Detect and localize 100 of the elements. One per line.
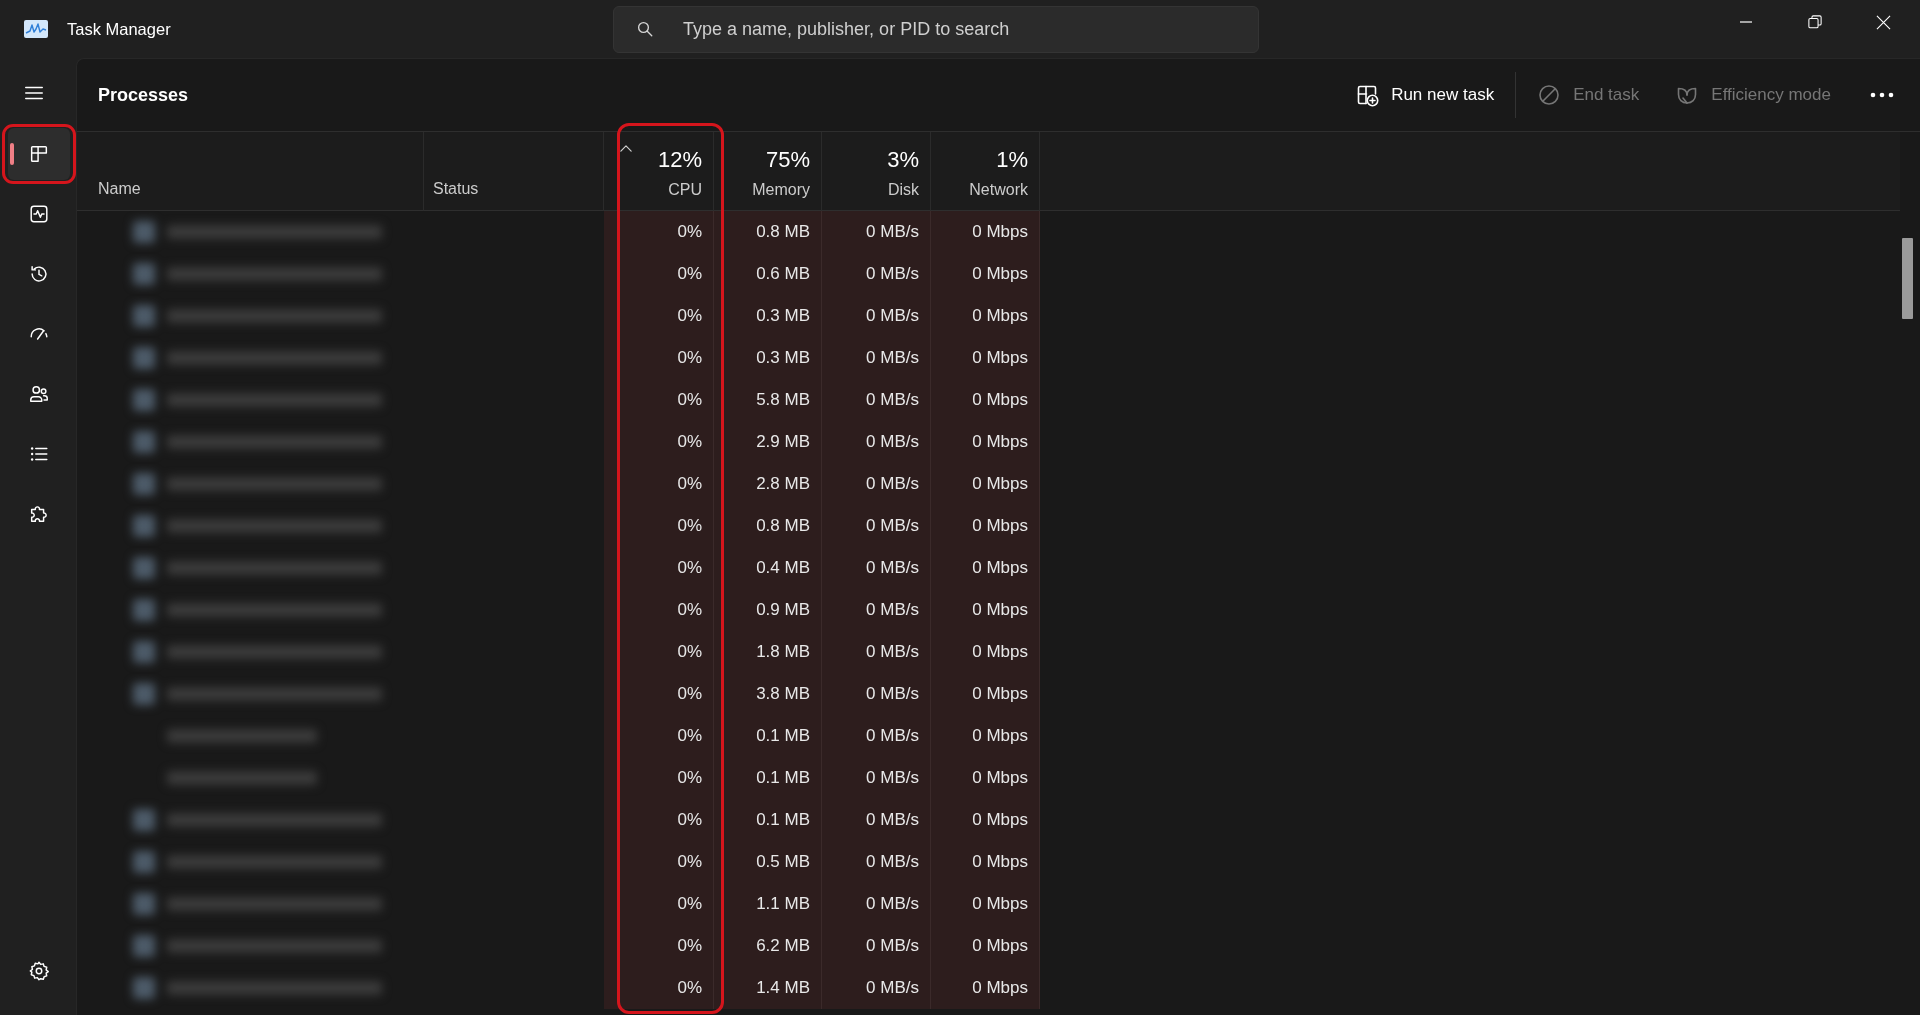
table-cell: 0.3 MB (714, 337, 822, 379)
table-cell: 0% (604, 379, 714, 421)
table-cell: 0% (604, 505, 714, 547)
minimize-icon (1739, 21, 1752, 23)
puzzle-icon (28, 503, 50, 525)
table-cell: 1.1 MB (714, 883, 822, 925)
table-cell: 0.1 MB (714, 757, 822, 799)
search-input[interactable]: Type a name, publisher, or PID to search (683, 15, 1258, 43)
table-cell: 0 MB/s (822, 463, 931, 505)
settings-icon (28, 960, 50, 982)
grid-icon (28, 143, 50, 165)
table-cell: 3.8 MB (714, 673, 822, 715)
scrollbar-thumb[interactable] (1902, 238, 1913, 319)
table-cell: 0 Mbps (931, 799, 1040, 841)
table-cell: 0 Mbps (931, 211, 1040, 253)
table-cell: 0 MB/s (822, 421, 931, 463)
table-cell: 0 MB/s (822, 379, 931, 421)
table-cell: 0.5 MB (714, 841, 822, 883)
table-cell: 0.4 MB (714, 547, 822, 589)
table-cell: 6.2 MB (714, 925, 822, 967)
table-cell: 2.9 MB (714, 421, 822, 463)
table-cell: 0.9 MB (714, 589, 822, 631)
table-cell: 0 MB/s (822, 211, 931, 253)
close-icon (1876, 14, 1891, 30)
selection-indicator-icon (10, 143, 14, 165)
table-cell: 0% (604, 925, 714, 967)
table-cell: 0 MB/s (822, 757, 931, 799)
table-cell: 0 Mbps (931, 421, 1040, 463)
table-cell: 0% (604, 463, 714, 505)
table-cell: 1.4 MB (714, 967, 822, 1009)
table-cell: 0% (604, 295, 714, 337)
page-title: Processes (98, 83, 189, 107)
restore-icon (1807, 15, 1822, 29)
table-cell: 0 Mbps (931, 505, 1040, 547)
search-icon (636, 20, 654, 38)
pulse-icon (28, 203, 50, 225)
table-cell: 0% (604, 841, 714, 883)
table-cell: 0% (604, 883, 714, 925)
table-cell: 0 MB/s (822, 505, 931, 547)
sidebar-item[interactable] (8, 128, 70, 180)
users-icon (28, 383, 50, 405)
history-icon (28, 263, 50, 285)
table-cell: 0 MB/s (822, 673, 931, 715)
column-header[interactable]: 3% Disk (822, 132, 931, 211)
table-cell: 0% (604, 631, 714, 673)
table-cell: 0 MB/s (822, 337, 931, 379)
column-header[interactable]: 75% Memory (714, 132, 822, 211)
chart-icon (24, 20, 48, 38)
table-cell: 0% (604, 967, 714, 1009)
window-title: Task Manager (67, 18, 171, 40)
table-cell: 0 Mbps (931, 631, 1040, 673)
column-header[interactable]: Status (424, 132, 604, 211)
table-cell: 0 MB/s (822, 841, 931, 883)
column-header[interactable]: 12% CPU (604, 132, 714, 211)
table-cell: 0 Mbps (931, 589, 1040, 631)
table-cell: 0 Mbps (931, 337, 1040, 379)
table-cell: 0 MB/s (822, 883, 931, 925)
table-cell: 0 Mbps (931, 841, 1040, 883)
search-field[interactable]: Type a name, publisher, or PID to search (613, 5, 1259, 53)
table-cell: 0 Mbps (931, 379, 1040, 421)
table-cell: 0 Mbps (931, 673, 1040, 715)
table-cell: 0 MB/s (822, 967, 931, 1009)
table-cell: 0 Mbps (931, 757, 1040, 799)
table-cell: 0 MB/s (822, 589, 931, 631)
table-cell: 0 MB/s (822, 295, 931, 337)
table-cell: 0% (604, 757, 714, 799)
table-cell: 0.8 MB (714, 505, 822, 547)
column-header[interactable]: 1% Network (931, 132, 1040, 211)
table-cell: 5.8 MB (714, 379, 822, 421)
prohibited-icon (1537, 83, 1562, 107)
table-cell: 0 MB/s (822, 799, 931, 841)
table-cell: 0.6 MB (714, 253, 822, 295)
table-cell: 0% (604, 673, 714, 715)
table-cell: 0 MB/s (822, 631, 931, 673)
column-header[interactable]: Name (77, 132, 424, 211)
window-plus-icon (1355, 83, 1380, 107)
table-cell: 0.3 MB (714, 295, 822, 337)
table-cell: 1.8 MB (714, 631, 822, 673)
table-cell: 0% (604, 337, 714, 379)
table-cell: 0 Mbps (931, 715, 1040, 757)
table-cell: 0 Mbps (931, 883, 1040, 925)
toolbar-button[interactable]: Run new task (1345, 73, 1505, 117)
table-cell: 2.8 MB (714, 463, 822, 505)
table-cell: 0 MB/s (822, 925, 931, 967)
table-cell: 0% (604, 421, 714, 463)
table-cell: 0 Mbps (931, 463, 1040, 505)
table-cell: 0 MB/s (822, 715, 931, 757)
table-cell: 0% (604, 799, 714, 841)
table-cell: 0% (604, 589, 714, 631)
table-cell: 0 Mbps (931, 253, 1040, 295)
table-cell: 0 Mbps (931, 925, 1040, 967)
table-cell: 0.8 MB (714, 211, 822, 253)
table-cell: 0% (604, 211, 714, 253)
table-cell: 0% (604, 253, 714, 295)
table-cell: 0% (604, 715, 714, 757)
table-cell: 0.1 MB (714, 799, 822, 841)
more-icon (1870, 92, 1894, 98)
table-cell: 0.1 MB (714, 715, 822, 757)
table-cell: 0 MB/s (822, 253, 931, 295)
table-cell: 0 Mbps (931, 547, 1040, 589)
